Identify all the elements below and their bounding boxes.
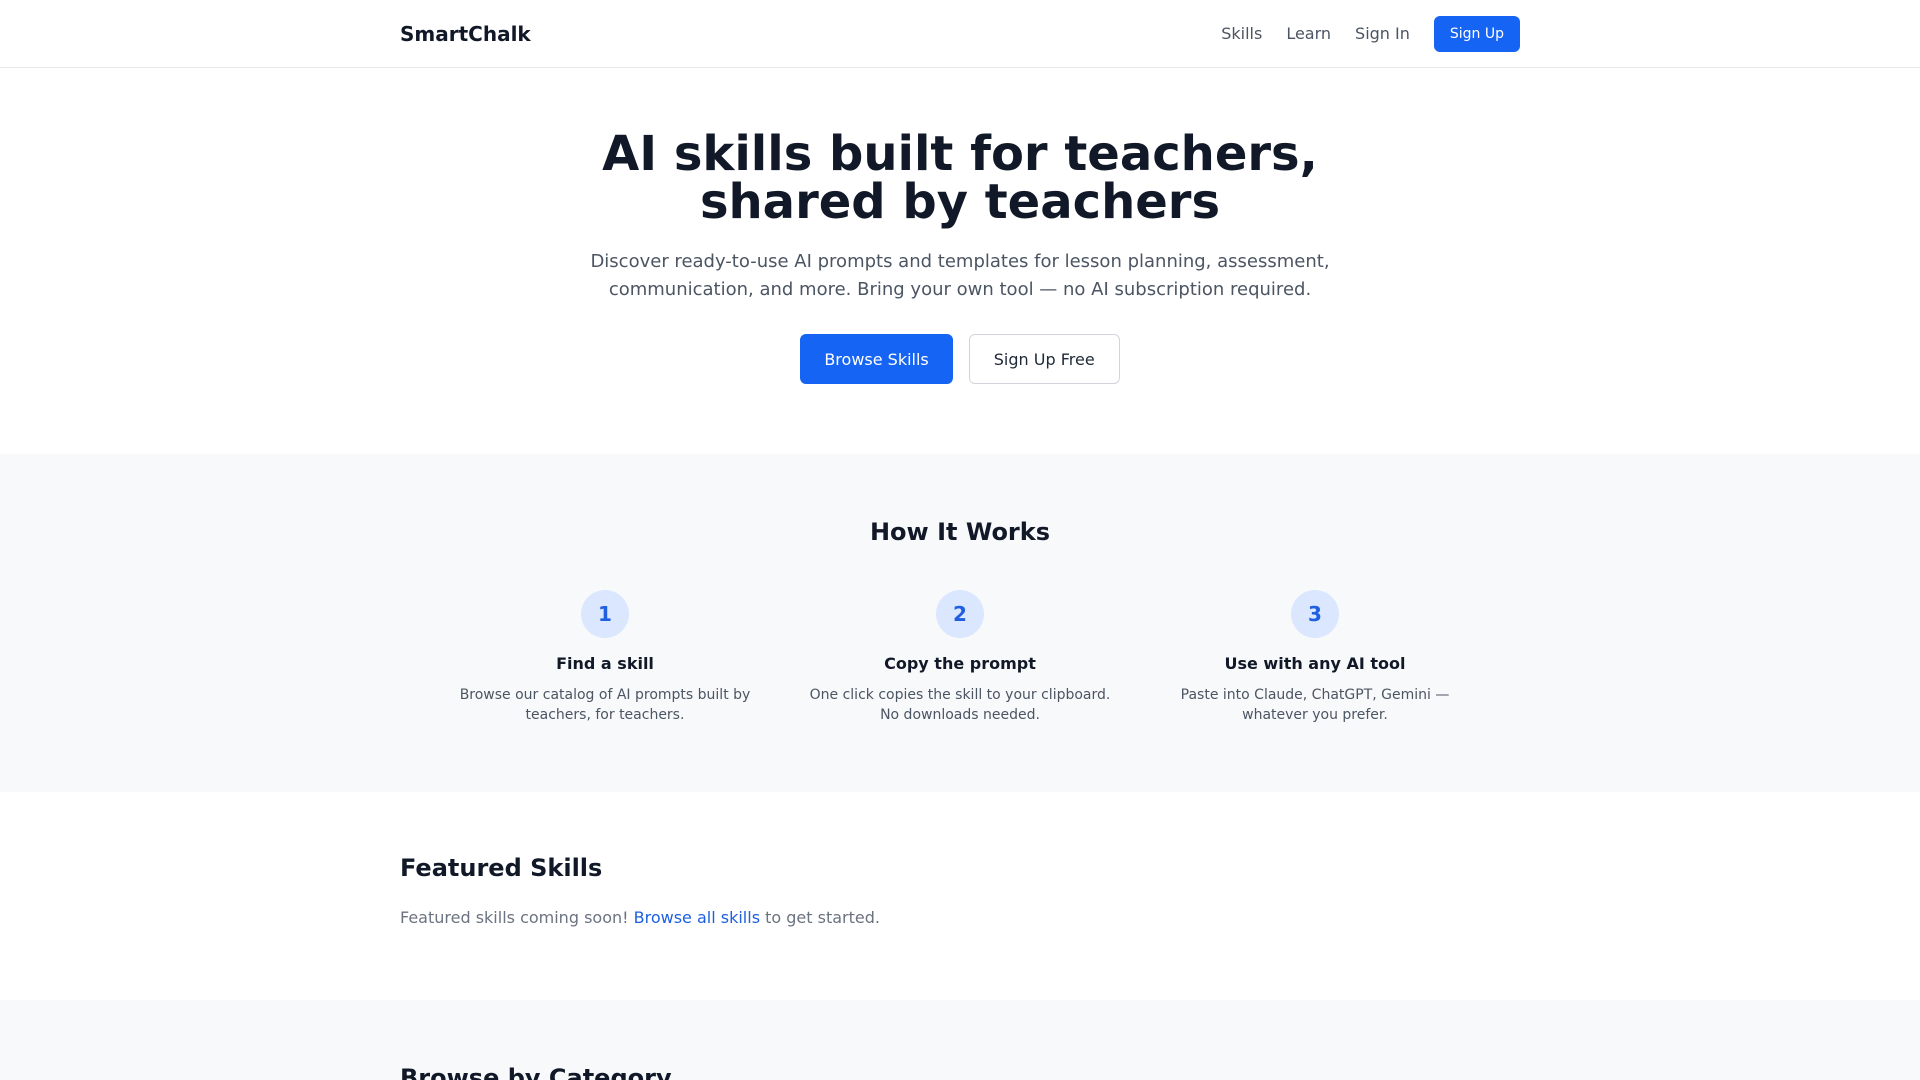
featured-note-before: Featured skills coming soon! — [400, 908, 634, 927]
browse-all-skills-link[interactable]: Browse all skills — [634, 908, 760, 927]
step-number-badge: 3 — [1291, 590, 1339, 638]
step-description: Browse our catalog of AI prompts built b… — [459, 687, 751, 723]
step-title: Find a skill — [556, 654, 654, 673]
featured-skills-section: Featured Skills Featured skills coming s… — [0, 792, 1920, 1000]
sign-up-button[interactable]: Sign Up — [1433, 15, 1520, 52]
featured-container: Featured Skills Featured skills coming s… — [400, 792, 1520, 927]
hero-title: AI skills built for teachers, shared by … — [602, 126, 1318, 230]
hero-section: AI skills built for teachers, shared by … — [0, 68, 1920, 454]
nav-link-learn[interactable]: Learn — [1286, 24, 1331, 43]
featured-note: Featured skills coming soon! Browse all … — [400, 908, 1520, 927]
nav-link-skills[interactable]: Skills — [1221, 24, 1262, 43]
step-description: Paste into Claude, ChatGPT, Gemini — wha… — [1180, 687, 1450, 723]
browse-container: Browse by Category — [400, 1000, 1520, 1080]
nav-link-sign-in[interactable]: Sign In — [1355, 24, 1410, 43]
step-copy-prompt: 2 Copy the prompt One click copies the s… — [800, 590, 1120, 725]
step-number-badge: 2 — [936, 590, 984, 638]
step-number-badge: 1 — [581, 590, 629, 638]
browse-category-section: Browse by Category — [0, 1000, 1920, 1080]
steps-list: 1 Find a skill Browse our catalog of AI … — [445, 590, 1475, 725]
sign-up-free-button[interactable]: Sign Up Free — [968, 334, 1120, 384]
browse-category-title: Browse by Category — [400, 1064, 672, 1080]
how-it-works-title: How It Works — [869, 518, 1051, 546]
step-title: Copy the prompt — [884, 654, 1036, 673]
brand-logo[interactable]: SmartChalk — [400, 22, 531, 46]
featured-skills-title: Featured Skills — [400, 854, 603, 882]
how-it-works-section: How It Works 1 Find a skill Browse our c… — [0, 454, 1920, 792]
featured-note-after: to get started. — [760, 908, 880, 927]
header-container: SmartChalk Skills Learn Sign In Sign Up — [400, 0, 1520, 67]
step-use-ai-tool: 3 Use with any AI tool Paste into Claude… — [1155, 590, 1475, 725]
browse-skills-button[interactable]: Browse Skills — [800, 334, 953, 384]
hero-actions: Browse Skills Sign Up Free — [0, 334, 1920, 384]
step-description: One click copies the skill to your clipb… — [809, 687, 1111, 723]
hero-subtitle: Discover ready-to-use AI prompts and tem… — [590, 251, 1330, 300]
main-nav: Skills Learn Sign In Sign Up — [1197, 15, 1520, 52]
site-header: SmartChalk Skills Learn Sign In Sign Up — [0, 0, 1920, 68]
step-find-skill: 1 Find a skill Browse our catalog of AI … — [445, 590, 765, 725]
step-title: Use with any AI tool — [1224, 654, 1406, 673]
